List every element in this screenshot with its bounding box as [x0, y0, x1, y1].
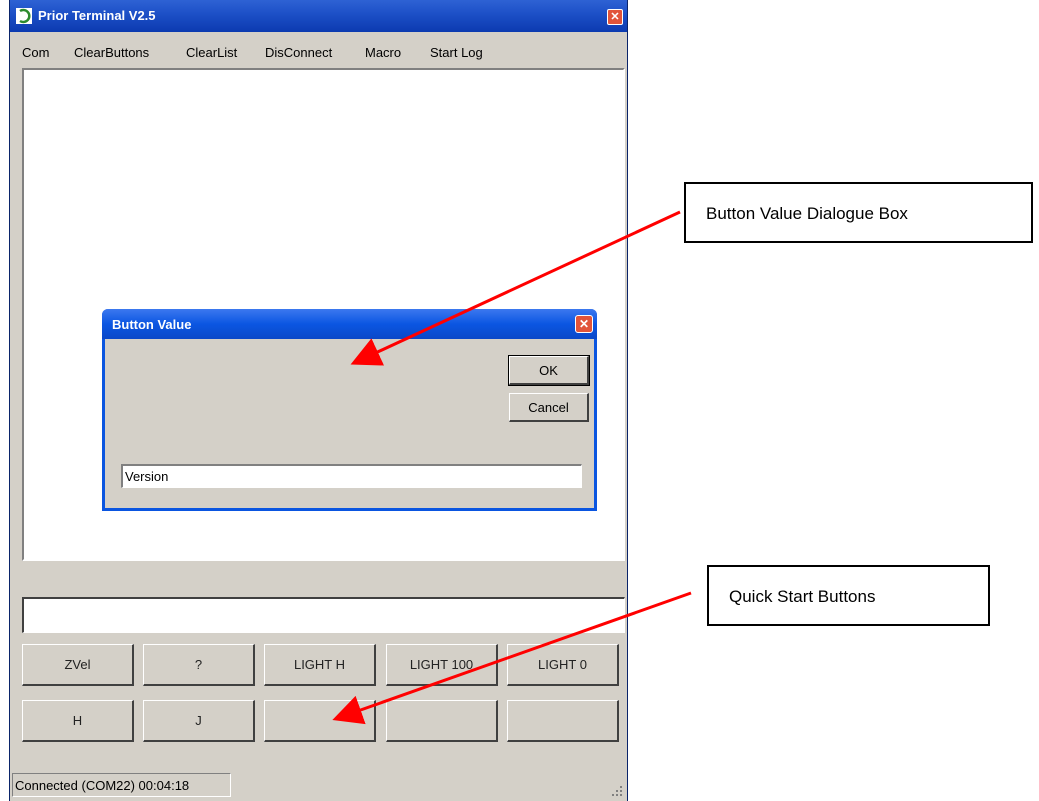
menu-item-com[interactable]: Com: [22, 45, 49, 60]
quick-button[interactable]: ZVel: [22, 644, 134, 686]
callout-label-buttons: Quick Start Buttons: [729, 587, 876, 606]
callout-label-dialog: Button Value Dialogue Box: [706, 204, 908, 223]
status-bar: Connected (COM22) 00:04:18: [10, 770, 627, 801]
menu-item-clearlist[interactable]: ClearList: [186, 45, 237, 60]
close-icon[interactable]: ✕: [575, 315, 593, 333]
resize-grip-icon[interactable]: [611, 785, 623, 797]
menu-bar: Com ClearButtons ClearList DisConnect Ma…: [10, 38, 627, 64]
close-icon[interactable]: ✕: [607, 9, 623, 25]
dialog-title: Button Value: [112, 317, 192, 332]
window-title: Prior Terminal V2.5: [38, 8, 156, 23]
callout-box: Quick Start Buttons: [707, 565, 990, 626]
command-input[interactable]: [22, 597, 625, 633]
status-text: Connected (COM22) 00:04:18: [12, 773, 231, 797]
menu-item-clearbuttons[interactable]: ClearButtons: [74, 45, 149, 60]
menu-item-disconnect[interactable]: DisConnect: [265, 45, 332, 60]
quick-button[interactable]: [264, 700, 376, 742]
quick-button[interactable]: H: [22, 700, 134, 742]
menu-item-macro[interactable]: Macro: [365, 45, 401, 60]
menu-item-start-log[interactable]: Start Log: [430, 45, 483, 60]
button-value-dialog: Button Value ✕ OK Cancel: [102, 309, 597, 511]
dialog-title-bar[interactable]: Button Value ✕: [102, 309, 597, 339]
button-value-input[interactable]: [121, 464, 582, 488]
quick-button[interactable]: [507, 700, 619, 742]
title-bar[interactable]: Prior Terminal V2.5 ✕: [10, 0, 627, 32]
app-icon: [16, 8, 32, 24]
quick-button[interactable]: [386, 700, 498, 742]
quick-button[interactable]: J: [143, 700, 255, 742]
quick-button[interactable]: LIGHT 0: [507, 644, 619, 686]
ok-button[interactable]: OK: [508, 355, 590, 386]
callout-box: Button Value Dialogue Box: [684, 182, 1033, 243]
quick-button[interactable]: ?: [143, 644, 255, 686]
quick-button[interactable]: LIGHT 100: [386, 644, 498, 686]
cancel-button[interactable]: Cancel: [509, 393, 589, 422]
quick-button[interactable]: LIGHT H: [264, 644, 376, 686]
